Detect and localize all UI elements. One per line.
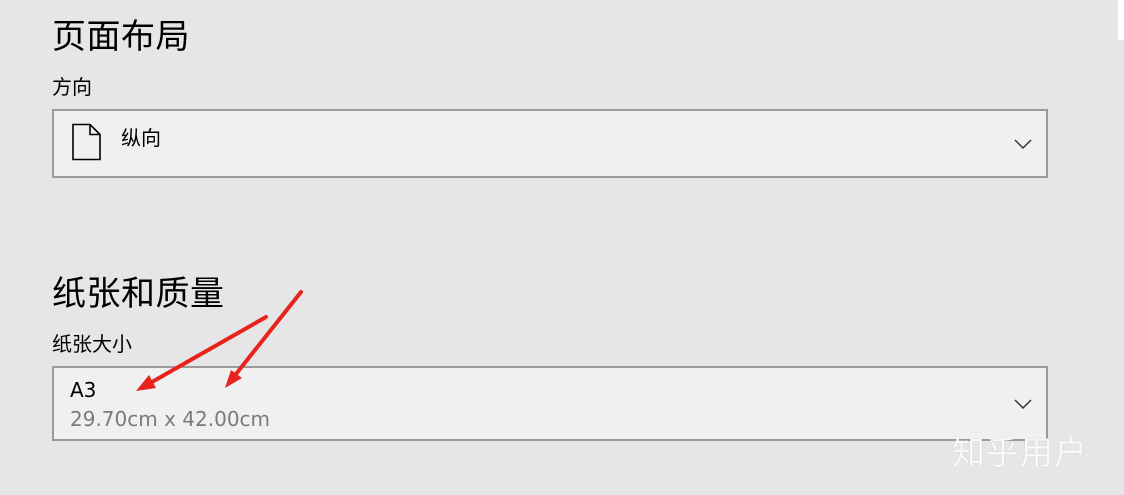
red-arrow-right-shaft xyxy=(234,290,303,376)
red-arrow-left xyxy=(136,315,268,391)
annotation-arrows xyxy=(136,290,303,391)
red-arrow-left-head xyxy=(136,375,156,391)
red-arrow-right xyxy=(225,290,303,388)
watermark-text: 知乎用户 xyxy=(952,433,1088,472)
red-arrow-left-shaft xyxy=(150,315,268,384)
